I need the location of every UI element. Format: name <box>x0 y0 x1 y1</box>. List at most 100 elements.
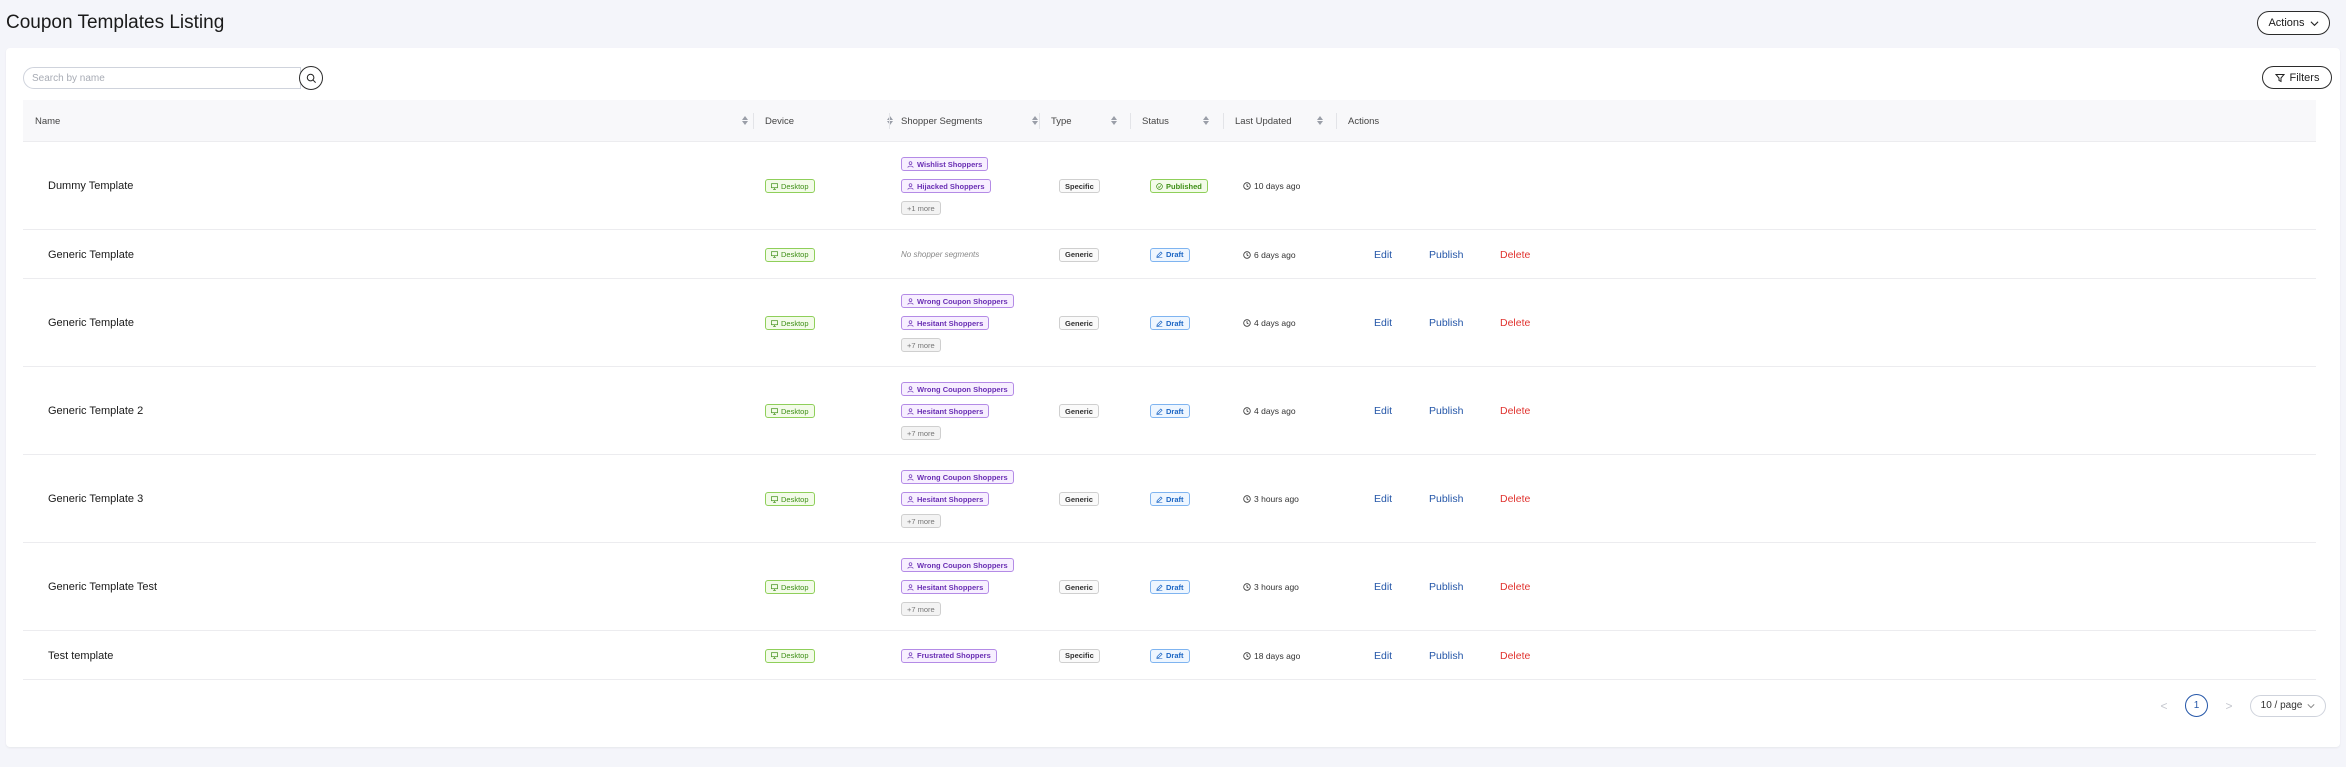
table-body: Dummy Template Desktop Wishlist Shoppers Hi… <box>23 142 2316 680</box>
desktop-icon <box>771 583 778 591</box>
device-label: Desktop <box>781 318 809 328</box>
pencil-icon <box>1156 495 1163 503</box>
table-row: Generic Template 3 Desktop Wrong Coupon Sh… <box>23 455 2316 543</box>
sort-icon <box>1317 116 1323 125</box>
status-cell: Draft <box>1150 543 1190 631</box>
table-row: Generic Template Desktop Wrong Coupon Shop… <box>23 279 2316 367</box>
sort-icon <box>742 116 748 125</box>
column-header-shopper-segments[interactable]: Shopper Segments <box>901 100 1041 142</box>
delete-button[interactable]: Delete <box>1500 279 1530 367</box>
device-label: Desktop <box>781 406 809 416</box>
more-segments-tag[interactable]: +7 more <box>901 514 941 528</box>
page-size-select[interactable]: 10 / page <box>2250 694 2326 717</box>
table-row: Test template Desktop Frustrated Shoppers S… <box>23 631 2316 680</box>
search-input[interactable] <box>23 67 301 89</box>
column-label-shopper-segments: Shopper Segments <box>901 115 983 127</box>
last-updated: 4 days ago <box>1243 367 1296 455</box>
template-name: Test template <box>48 649 114 662</box>
publish-button[interactable]: Publish <box>1429 367 1463 455</box>
filter-icon <box>2274 73 2285 82</box>
edit-button[interactable]: Edit <box>1374 543 1392 631</box>
shopper-segments-cell: No shopper segments <box>901 230 979 279</box>
clock-icon <box>1243 250 1251 259</box>
column-header-last-updated[interactable]: Last Updated <box>1235 100 1335 142</box>
edit-button[interactable]: Edit <box>1374 279 1392 367</box>
templates-table: Name Device Shopper Segments Type Status <box>23 100 2316 680</box>
actions-button[interactable]: Actions <box>2257 11 2330 35</box>
page-title: Coupon Templates Listing <box>6 12 225 33</box>
prev-page-button[interactable]: < <box>2157 699 2171 713</box>
status-badge: Draft <box>1150 580 1190 594</box>
desktop-icon <box>771 407 778 415</box>
status-badge: Draft <box>1150 404 1190 418</box>
user-icon <box>907 319 914 327</box>
user-icon <box>907 583 914 591</box>
type-cell: Generic <box>1059 543 1099 631</box>
delete-button[interactable]: Delete <box>1500 455 1530 543</box>
device-cell: Desktop <box>765 367 815 455</box>
device-tag: Desktop <box>765 404 815 418</box>
column-header-type[interactable]: Type <box>1051 100 1141 142</box>
table-row: Generic Template 2 Desktop Wrong Coupon Sh… <box>23 367 2316 455</box>
page-size-value: 10 / page <box>2260 700 2303 711</box>
last-updated: 18 days ago <box>1243 631 1300 680</box>
page-number-button[interactable]: 1 <box>2185 694 2208 717</box>
no-segments-text: No shopper segments <box>901 250 980 259</box>
pencil-icon <box>1156 583 1163 591</box>
device-label: Desktop <box>781 651 809 660</box>
status-badge: Published <box>1150 179 1208 193</box>
last-updated-text: 3 hours ago <box>1254 582 1299 592</box>
segment-tag: Hesitant Shoppers <box>901 492 990 506</box>
device-tag: Desktop <box>765 316 815 330</box>
delete-button[interactable]: Delete <box>1500 631 1530 680</box>
template-name: Generic Template Test <box>48 581 158 593</box>
device-cell: Desktop <box>765 142 815 230</box>
segment-tag: Wishlist Shoppers <box>901 157 989 171</box>
status-badge: Draft <box>1150 247 1190 262</box>
more-segments-tag[interactable]: +7 more <box>901 602 941 616</box>
edit-button[interactable]: Edit <box>1374 367 1392 455</box>
next-page-button[interactable]: > <box>2222 699 2236 713</box>
edit-button[interactable]: Edit <box>1374 230 1392 279</box>
search-icon <box>306 73 316 83</box>
more-segments-tag[interactable]: +7 more <box>901 426 941 440</box>
shopper-segments-cell: Wrong Coupon Shoppers Hesitant Shoppers +7… <box>901 367 1014 455</box>
type-tag: Generic <box>1059 316 1099 330</box>
sort-icon <box>1032 116 1038 125</box>
publish-button[interactable]: Publish <box>1429 279 1463 367</box>
clock-icon <box>1243 583 1251 591</box>
sort-icon <box>1111 116 1117 125</box>
edit-button[interactable]: Edit <box>1374 455 1392 543</box>
device-label: Desktop <box>781 250 809 259</box>
publish-button[interactable]: Publish <box>1429 543 1463 631</box>
check-circle-icon <box>1156 182 1163 190</box>
edit-button[interactable]: Edit <box>1374 631 1392 680</box>
column-header-status[interactable]: Status <box>1142 100 1232 142</box>
column-header-device[interactable]: Device <box>765 100 895 142</box>
column-header-actions: Actions <box>1348 100 1428 142</box>
more-segments-tag[interactable]: +7 more <box>901 338 941 352</box>
more-segments-tag[interactable]: +1 more <box>901 201 941 215</box>
delete-button[interactable]: Delete <box>1500 230 1530 279</box>
status-badge: Draft <box>1150 492 1190 506</box>
filters-button-label: Filters <box>2289 71 2320 84</box>
last-updated-text: 3 hours ago <box>1254 494 1299 504</box>
segment-label: Wrong Coupon Shoppers <box>917 384 1008 394</box>
delete-button[interactable]: Delete <box>1500 367 1530 455</box>
type-cell: Specific <box>1059 631 1100 680</box>
publish-button[interactable]: Publish <box>1429 631 1463 680</box>
column-header-name[interactable]: Name <box>35 100 755 142</box>
segment-tag: Hesitant Shoppers <box>901 316 990 330</box>
template-name: Dummy Template <box>48 180 134 192</box>
segment-label: Hijacked Shoppers <box>917 181 985 191</box>
device-tag: Desktop <box>765 247 815 262</box>
publish-button[interactable]: Publish <box>1429 455 1463 543</box>
filters-button[interactable]: Filters <box>2262 66 2332 89</box>
template-name: Generic Template 3 <box>48 493 144 505</box>
publish-button[interactable]: Publish <box>1429 230 1463 279</box>
status-label: Draft <box>1166 582 1184 592</box>
user-icon <box>907 652 914 659</box>
column-label-device: Device <box>765 115 795 127</box>
delete-button[interactable]: Delete <box>1500 543 1530 631</box>
search-button[interactable] <box>299 66 323 90</box>
